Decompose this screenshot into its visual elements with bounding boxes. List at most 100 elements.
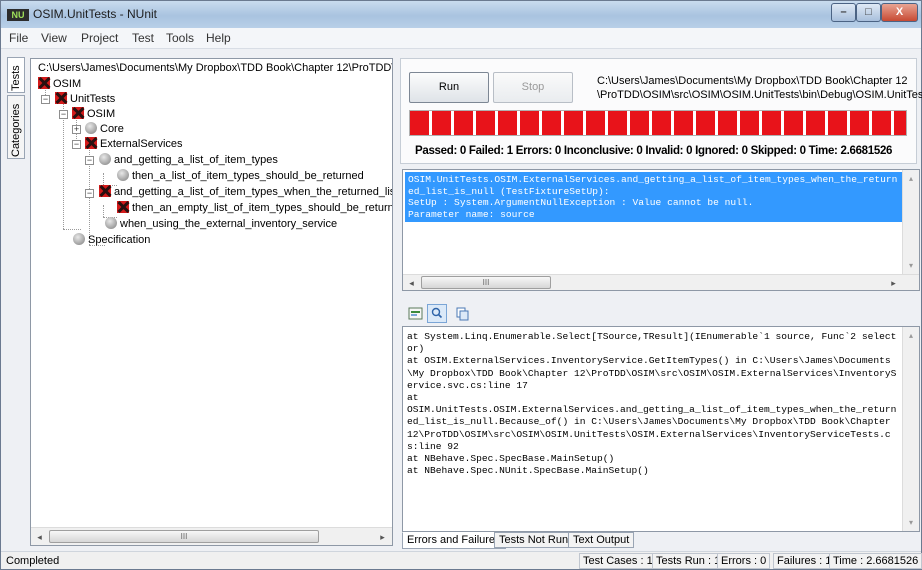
tree-node-label: then_a_list_of_item_types_should_be_retu…: [132, 170, 364, 182]
tab-errors-and-failures[interactable]: Errors and Failures: [402, 532, 506, 549]
tree-node-osim-root[interactable]: OSIM: [38, 77, 81, 91]
menu-project[interactable]: Project: [81, 31, 118, 45]
copy-button[interactable]: [452, 304, 472, 323]
tab-text-output[interactable]: Text Output: [568, 532, 635, 548]
scrollbar-thumb[interactable]: III: [49, 530, 319, 543]
stop-button[interactable]: Stop: [493, 72, 573, 103]
status-time: Time : 2.6681526: [829, 553, 922, 569]
collapse-toggle[interactable]: −: [41, 95, 50, 104]
side-tabs: Tests Categories: [7, 57, 25, 537]
search-button[interactable]: [427, 304, 447, 323]
tree-node-label: Core: [100, 123, 124, 135]
fail-status-icon: [38, 77, 50, 89]
scroll-up-arrow-icon[interactable]: ▴: [903, 170, 919, 187]
menu-bar: File View Project Test Tools Help: [1, 28, 921, 49]
folder-icon: [408, 307, 423, 320]
stack-trace-text: at System.Linq.Enumerable.Select[TSource…: [407, 331, 897, 477]
scroll-left-arrow-icon[interactable]: ◂: [403, 275, 420, 290]
not-run-status-icon: [99, 153, 111, 165]
status-text: Completed: [6, 555, 60, 567]
progress-fill: [410, 111, 906, 135]
tree-root-path[interactable]: C:\Users\James\Documents\My Dropbox\TDD …: [38, 61, 392, 75]
error-item-selected[interactable]: OSIM.UnitTests.OSIM.ExternalServices.and…: [405, 172, 902, 222]
tree-node-specification[interactable]: Specification: [73, 233, 150, 247]
tree-node-label: Specification: [88, 234, 151, 246]
tree-horizontal-scrollbar[interactable]: ◂ III ▸: [31, 527, 392, 545]
status-errors: Errors : 0: [717, 553, 771, 569]
scroll-down-arrow-icon[interactable]: ▾: [903, 257, 919, 274]
stack-trace-panel[interactable]: at System.Linq.Enumerable.Select[TSource…: [402, 326, 920, 532]
copy-icon: [456, 307, 469, 321]
fail-status-icon: [117, 201, 129, 213]
window-title: OSIM.UnitTests - NUnit: [33, 7, 158, 21]
not-run-status-icon: [105, 217, 117, 229]
errors-horizontal-scrollbar[interactable]: ◂ III ▸: [403, 274, 919, 290]
menu-help[interactable]: Help: [206, 31, 231, 45]
tab-categories-label: Categories: [10, 103, 22, 157]
assembly-path-line2: \ProTDD\OSIM\src\OSIM\OSIM.UnitTests\bin…: [597, 89, 922, 101]
close-button[interactable]: X: [881, 3, 918, 22]
run-panel: Run Stop C:\Users\James\Documents\My Dro…: [400, 58, 922, 164]
tab-tests-not-run[interactable]: Tests Not Run: [494, 532, 574, 548]
collapse-toggle[interactable]: −: [85, 156, 94, 165]
tab-tests-label: Tests: [10, 65, 22, 91]
tree-node-osim[interactable]: OSIM: [72, 107, 115, 121]
fail-status-icon: [99, 185, 111, 197]
tree-node-test-list-returned[interactable]: then_a_list_of_item_types_should_be_retu…: [117, 169, 364, 183]
fail-status-icon: [72, 107, 84, 119]
run-button[interactable]: Run: [409, 72, 489, 103]
not-run-status-icon: [85, 122, 97, 134]
tree-node-label: UnitTests: [70, 93, 116, 105]
scroll-left-arrow-icon[interactable]: ◂: [31, 528, 48, 545]
test-progress-bar: [409, 110, 907, 136]
tree-node-fixture-list-null[interactable]: and_getting_a_list_of_item_types_when_th…: [99, 185, 392, 199]
not-run-status-icon: [73, 233, 85, 245]
scroll-up-arrow-icon[interactable]: ▴: [903, 327, 919, 344]
tree-node-label: ExternalServices: [100, 138, 183, 150]
menu-view[interactable]: View: [41, 31, 67, 45]
folder-button[interactable]: [406, 304, 426, 323]
tree-node-label: OSIM: [53, 78, 82, 90]
search-icon: [431, 307, 443, 319]
assembly-path-line1: C:\Users\James\Documents\My Dropbox\TDD …: [597, 75, 908, 87]
tree-node-unittests[interactable]: UnitTests: [55, 92, 115, 106]
fail-status-icon: [55, 92, 67, 104]
menu-test[interactable]: Test: [132, 31, 154, 45]
menu-tools[interactable]: Tools: [166, 31, 194, 45]
tree-node-external-inventory[interactable]: when_using_the_external_inventory_servic…: [105, 217, 337, 231]
tree-node-externalservices[interactable]: ExternalServices: [85, 137, 183, 151]
tree-node-label: then_an_empty_list_of_item_types_should_…: [132, 202, 392, 214]
tab-tests[interactable]: Tests: [7, 57, 25, 93]
status-tests-run: Tests Run : 1: [652, 553, 725, 569]
errors-list[interactable]: OSIM.UnitTests.OSIM.ExternalServices.and…: [402, 169, 920, 291]
tree-node-label: and_getting_a_list_of_item_types: [114, 154, 278, 166]
title-bar[interactable]: NU OSIM.UnitTests - NUnit – □ X: [1, 1, 921, 28]
collapse-toggle[interactable]: −: [72, 140, 81, 149]
tree-node-test-empty-list[interactable]: then_an_empty_list_of_item_types_should_…: [117, 201, 392, 215]
tree-node-fixture-item-types[interactable]: and_getting_a_list_of_item_types: [99, 153, 278, 167]
menu-file[interactable]: File: [9, 31, 28, 45]
collapse-toggle[interactable]: −: [59, 110, 68, 119]
scrollbar-thumb[interactable]: III: [421, 276, 551, 289]
expand-toggle[interactable]: +: [72, 125, 81, 134]
scroll-right-arrow-icon[interactable]: ▸: [885, 275, 902, 290]
assembly-path: C:\Users\James\Documents\My Dropbox\TDD …: [597, 74, 922, 102]
test-tree[interactable]: C:\Users\James\Documents\My Dropbox\TDD …: [31, 59, 392, 527]
status-test-cases: Test Cases : 1: [579, 553, 657, 569]
nunit-app-icon: NU: [7, 9, 29, 21]
minimize-button[interactable]: –: [831, 3, 856, 22]
tree-connector: [103, 173, 104, 185]
status-bar: Completed Test Cases : 1 Tests Run : 1 E…: [1, 551, 922, 569]
maximize-button[interactable]: □: [856, 3, 881, 22]
tab-categories[interactable]: Categories: [7, 95, 25, 159]
scroll-right-arrow-icon[interactable]: ▸: [374, 528, 391, 545]
collapse-toggle[interactable]: −: [85, 189, 94, 198]
tree-node-core[interactable]: Core: [85, 122, 124, 136]
stack-vertical-scrollbar[interactable]: ▴ ▾: [902, 327, 919, 531]
scroll-down-arrow-icon[interactable]: ▾: [903, 514, 919, 531]
tree-node-label: when_using_the_external_inventory_servic…: [120, 218, 338, 230]
errors-vertical-scrollbar[interactable]: ▴ ▾: [902, 170, 919, 274]
stack-trace-toolbar: [402, 303, 920, 325]
tree-connector: [103, 205, 104, 217]
tree-connector: [63, 103, 64, 229]
